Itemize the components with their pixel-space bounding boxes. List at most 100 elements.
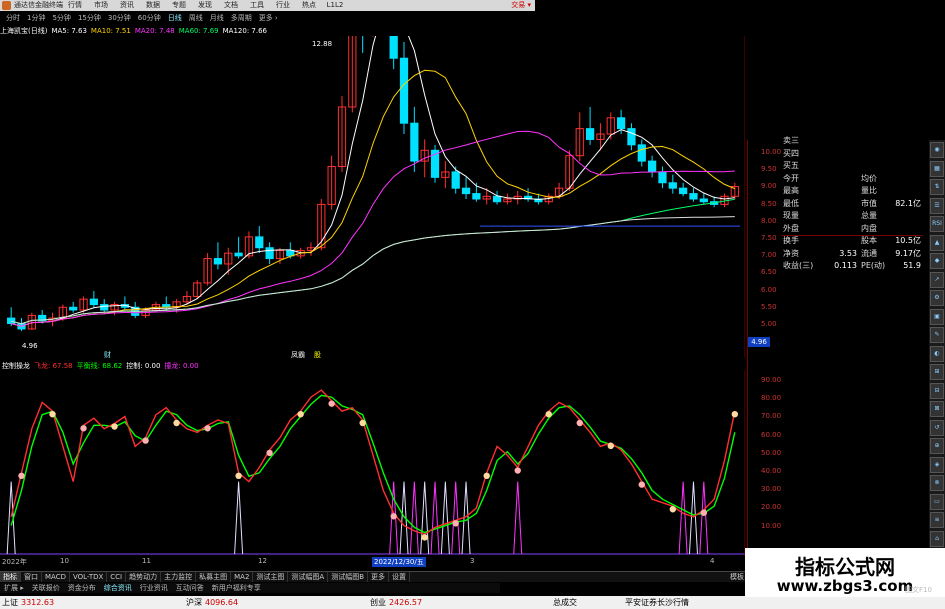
date-axis: 2022年 10 11 12 2022/12/30/五 3 4 bbox=[0, 557, 745, 567]
toolbar-icon[interactable]: ▦ bbox=[930, 160, 944, 177]
date-tick: 3 bbox=[470, 557, 475, 565]
period-button[interactable]: 多周期 bbox=[229, 13, 254, 24]
toolbar-icon[interactable]: ⊞ bbox=[930, 364, 944, 380]
cursor-date: 2022/12/30/五 bbox=[372, 557, 426, 567]
toolbar-icon[interactable]: ⌂ bbox=[930, 530, 944, 547]
signal-dot bbox=[731, 411, 739, 418]
menu-item[interactable]: 资讯 bbox=[114, 0, 140, 11]
trade-button[interactable]: 交易 ▾ bbox=[511, 0, 531, 11]
toolbar-icon[interactable]: ▣ bbox=[930, 308, 944, 325]
candle-body bbox=[648, 160, 657, 173]
toolbar-icon[interactable]: ≡ bbox=[930, 512, 944, 528]
indicator-tab[interactable]: 设置 bbox=[389, 572, 411, 582]
indicator-tab[interactable]: MACD bbox=[42, 572, 70, 582]
signal-dot bbox=[328, 400, 335, 407]
period-button[interactable]: 30分钟 bbox=[106, 13, 133, 24]
quote-label: 净资 bbox=[783, 248, 799, 258]
indicator-tab[interactable]: 测试幅图A bbox=[288, 572, 329, 582]
period-button[interactable]: 15分钟 bbox=[76, 13, 103, 24]
quote-label: 最高 bbox=[783, 186, 799, 195]
toolbar-icon[interactable]: ☰ bbox=[930, 197, 944, 214]
date-tick: 12 bbox=[258, 557, 267, 565]
indicator-tab[interactable]: 窗口 bbox=[21, 572, 42, 582]
indicator-tab[interactable]: MA2 bbox=[231, 572, 254, 582]
signal-dot bbox=[266, 449, 273, 457]
toolbar-icon[interactable]: ▲ bbox=[930, 234, 944, 251]
f10-label[interactable]: 图文F10 bbox=[905, 585, 932, 595]
menu-item[interactable]: 市场 bbox=[88, 0, 114, 11]
toolbar-icon[interactable]: ◆ bbox=[930, 253, 944, 269]
info-tab[interactable]: 综合资讯 bbox=[100, 583, 136, 593]
menu-item[interactable]: 热点 bbox=[296, 0, 322, 11]
template-button[interactable]: 模板 bbox=[730, 572, 744, 582]
date-tick: 4 bbox=[710, 557, 715, 565]
ma-legend-item: MA20: 7.48 bbox=[134, 27, 175, 35]
indicator-tab[interactable]: 指标 bbox=[0, 572, 21, 582]
indicator-tab[interactable]: VOL-TDX bbox=[70, 572, 108, 582]
status-item[interactable]: 总成交 bbox=[553, 596, 580, 609]
menu-item[interactable]: 工具 bbox=[244, 0, 270, 11]
menu-item[interactable]: 行业 bbox=[270, 0, 296, 11]
menu-item[interactable]: 专题 bbox=[166, 0, 192, 11]
info-tab[interactable]: 行业资讯 bbox=[136, 583, 172, 593]
toolbar-icon[interactable]: ◈ bbox=[930, 456, 944, 473]
indicator-tab[interactable]: 测试主图 bbox=[253, 572, 289, 582]
signal-dot bbox=[700, 509, 708, 516]
toolbar-icon[interactable]: ✎ bbox=[930, 327, 944, 343]
info-tab[interactable]: 扩展 ▸ bbox=[0, 583, 28, 593]
price-tick: 8.50 bbox=[761, 199, 777, 208]
indicator-tab[interactable]: CCI bbox=[107, 572, 127, 582]
candlestick-chart[interactable] bbox=[0, 36, 745, 358]
period-button[interactable]: 分时 bbox=[4, 13, 22, 24]
oscillator-chart[interactable] bbox=[0, 370, 745, 558]
period-button[interactable]: 日线 bbox=[166, 13, 184, 24]
toolbar-icon[interactable]: ⊗ bbox=[930, 475, 944, 491]
event-mark-1[interactable]: 财 bbox=[104, 350, 111, 360]
indicator-tab[interactable]: 更多 bbox=[368, 572, 390, 582]
toolbar-icon[interactable]: ◐ bbox=[930, 345, 944, 362]
status-item[interactable]: 创业 2426.57 bbox=[370, 596, 422, 609]
menu-item[interactable]: 发现 bbox=[192, 0, 218, 11]
toolbar-icon[interactable]: ◉ bbox=[930, 142, 944, 158]
info-tab[interactable]: 互动问答 bbox=[172, 583, 208, 593]
candle-body bbox=[451, 171, 460, 189]
toolbar-icon[interactable]: RSI bbox=[930, 216, 944, 232]
info-tab[interactable]: 关联报价 bbox=[28, 583, 64, 593]
indicator-tab[interactable]: 主力监控 bbox=[161, 572, 197, 582]
menu-item[interactable]: L1L2 bbox=[322, 0, 348, 11]
period-button[interactable]: 60分钟 bbox=[136, 13, 163, 24]
info-tab[interactable]: 新用户福利专享 bbox=[208, 583, 265, 593]
toolbar-icon[interactable]: ⊟ bbox=[930, 382, 944, 399]
period-button[interactable]: 周线 bbox=[187, 13, 205, 24]
menu-item[interactable]: 文档 bbox=[218, 0, 244, 11]
info-tab[interactable]: 资金分布 bbox=[64, 583, 100, 593]
candle-body bbox=[585, 128, 595, 140]
period-button[interactable]: 月线 bbox=[208, 13, 226, 24]
toolbar-icon[interactable]: ↗ bbox=[930, 271, 944, 288]
toolbar-icon[interactable]: ▭ bbox=[930, 493, 944, 510]
menu-item[interactable]: 行情 bbox=[62, 0, 88, 11]
toolbar-icon[interactable]: ⚙ bbox=[930, 290, 944, 306]
event-mark-2[interactable]: 凤霸 bbox=[291, 350, 305, 360]
toolbar-icon[interactable]: ⊠ bbox=[930, 401, 944, 417]
app-title: 通达信金融终端 bbox=[14, 1, 63, 9]
toolbar-icon[interactable]: ⊕ bbox=[930, 438, 944, 454]
osc-legend-item: 控制: 0.00 bbox=[126, 362, 161, 370]
status-item[interactable]: 上证 3312.63 bbox=[2, 596, 54, 609]
event-mark-3[interactable]: 股 bbox=[314, 350, 321, 360]
period-button[interactable]: 1分钟 bbox=[25, 13, 47, 24]
status-bar: 上证 3312.63 沪深 4096.64 创业 2426.57 总成交 平安证券长沙行情 bbox=[0, 596, 945, 609]
signal-dot bbox=[421, 534, 428, 541]
indicator-tab[interactable]: 私募主图 bbox=[196, 572, 232, 582]
period-button[interactable]: 5分钟 bbox=[50, 13, 72, 24]
indicator-tab[interactable]: 测试幅图B bbox=[328, 572, 369, 582]
toolbar-icon[interactable]: ↺ bbox=[930, 419, 944, 436]
price-tick: 6.50 bbox=[761, 268, 777, 277]
status-item[interactable]: 平安证券长沙行情 bbox=[625, 596, 692, 609]
status-item[interactable]: 沪深 4096.64 bbox=[186, 596, 238, 609]
menu-item[interactable]: 数据 bbox=[140, 0, 166, 11]
toolbar-icon[interactable]: ⇅ bbox=[930, 179, 944, 195]
candle-body bbox=[213, 258, 223, 265]
period-button[interactable]: 更多 › bbox=[257, 13, 280, 24]
indicator-tab[interactable]: 趋势动力 bbox=[126, 572, 162, 582]
